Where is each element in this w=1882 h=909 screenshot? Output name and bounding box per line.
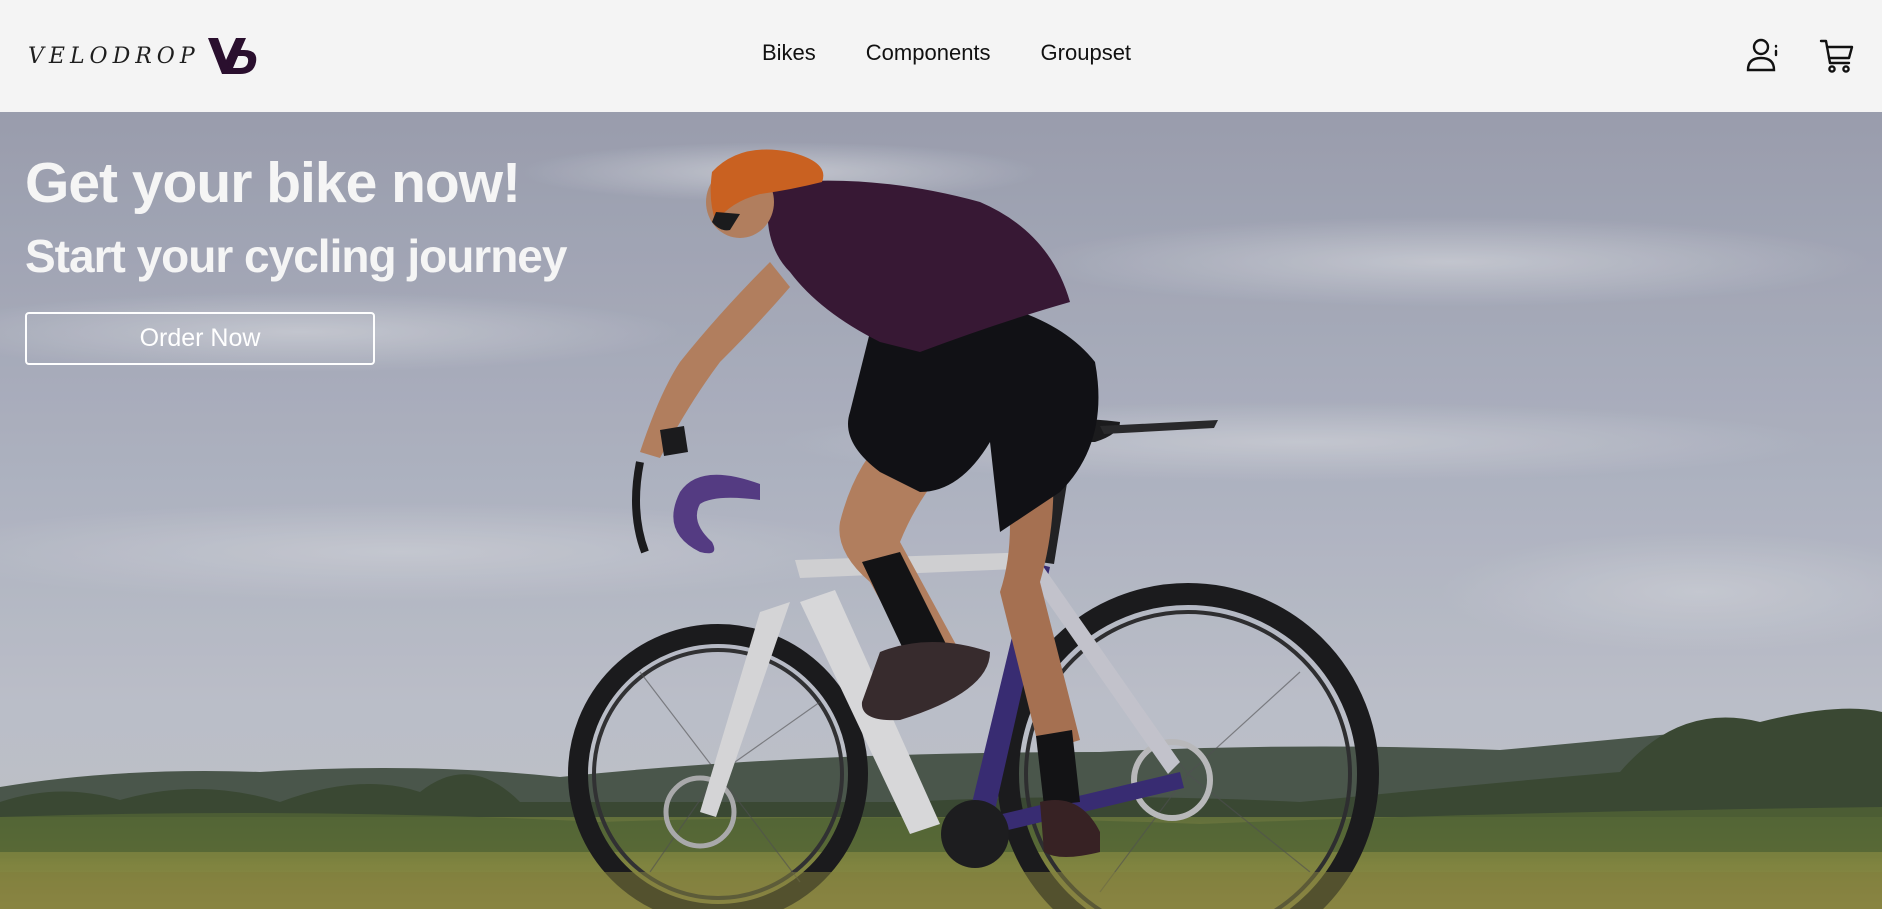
- logo-text: VELODROP: [28, 43, 200, 69]
- user-icon: [1746, 38, 1778, 72]
- hero-title: Get your bike now!: [25, 151, 521, 215]
- nav-item-bikes[interactable]: Bikes: [762, 40, 816, 66]
- cart-icon: [1819, 39, 1854, 73]
- main-nav: Bikes Components Groupset: [762, 40, 1131, 66]
- logo-mark-icon: [207, 38, 256, 74]
- site-header: VELODROP Bikes Components Groupset: [0, 0, 1882, 112]
- nav-item-groupset[interactable]: Groupset: [1041, 40, 1132, 66]
- cart-button[interactable]: [1819, 36, 1855, 76]
- hero-section: Get your bike now! Start your cycling jo…: [0, 112, 1882, 909]
- logo[interactable]: VELODROP: [28, 34, 260, 78]
- nav-item-components[interactable]: Components: [866, 40, 991, 66]
- order-now-button[interactable]: Order Now: [25, 312, 375, 365]
- hero-subtitle: Start your cycling journey: [25, 230, 567, 282]
- account-button[interactable]: [1745, 36, 1781, 76]
